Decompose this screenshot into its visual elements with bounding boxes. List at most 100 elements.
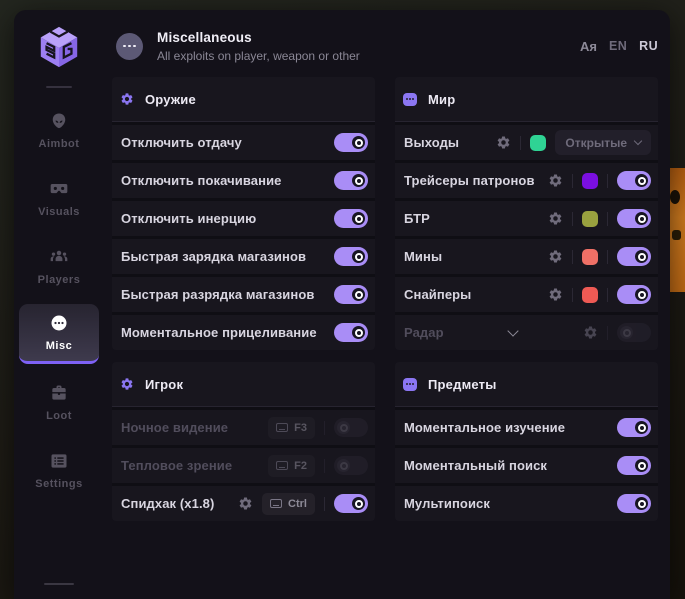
section-world: МирВыходыОткрытыеТрейсеры патроновБТРМин… xyxy=(395,77,658,350)
dropdown-value: Открытые xyxy=(565,136,627,150)
feature-row: Радар xyxy=(395,312,658,350)
toggle-switch[interactable] xyxy=(617,209,651,228)
gear-icon[interactable] xyxy=(548,287,563,302)
toggle-switch[interactable] xyxy=(334,456,368,475)
control-divider xyxy=(607,288,608,302)
row-label: Ночное видение xyxy=(121,420,228,435)
sidebar-item-loot[interactable]: Loot xyxy=(19,372,99,432)
feature-row: Моментальный поиск xyxy=(395,445,658,483)
color-swatch[interactable] xyxy=(582,173,598,189)
sidebar-item-visuals[interactable]: Visuals xyxy=(19,168,99,228)
row-label: Выходы xyxy=(404,135,459,150)
logo-cube-icon xyxy=(36,24,82,70)
toggle-switch[interactable] xyxy=(334,323,368,342)
row-label: Быстрая зарядка магазинов xyxy=(121,249,306,264)
toggle-knob xyxy=(635,250,648,263)
main-panel: Miscellaneous All exploits on player, we… xyxy=(104,10,670,599)
dropdown-select[interactable]: Открытые xyxy=(555,130,651,155)
sidebar-item-players[interactable]: Players xyxy=(19,236,99,296)
toggle-switch[interactable] xyxy=(334,418,368,437)
gear-icon[interactable] xyxy=(238,496,253,511)
row-label: Моментальное прицеливание xyxy=(121,325,317,340)
hotkey-badge[interactable]: F2 xyxy=(268,455,315,477)
content-column-left: ОружиеОтключить отдачуОтключить покачива… xyxy=(112,77,375,521)
color-swatch[interactable] xyxy=(582,249,598,265)
lang-ru-button[interactable]: RU xyxy=(639,39,658,53)
language-switcher: Aя EN RU xyxy=(580,39,658,53)
control-divider xyxy=(607,212,608,226)
page-subtitle: All exploits on player, weapon or other xyxy=(157,49,360,63)
translate-icon[interactable]: Aя xyxy=(580,40,597,53)
page-title: Miscellaneous xyxy=(157,30,360,45)
color-swatch[interactable] xyxy=(582,211,598,227)
gear-icon[interactable] xyxy=(548,211,563,226)
keyboard-icon xyxy=(276,461,288,470)
sidebar-nav: Aimbot Visuals Players Misc Loot Settings xyxy=(14,100,104,508)
control-divider xyxy=(607,174,608,188)
gear-icon[interactable] xyxy=(496,135,511,150)
row-controls xyxy=(334,247,368,266)
toggle-switch[interactable] xyxy=(334,171,368,190)
sidebar: Aimbot Visuals Players Misc Loot Settings xyxy=(14,10,104,599)
toggle-switch[interactable] xyxy=(334,494,368,513)
row-controls xyxy=(334,323,368,342)
feature-row: Мультипоиск xyxy=(395,483,658,521)
gear-icon[interactable] xyxy=(583,325,598,340)
toggle-switch[interactable] xyxy=(617,247,651,266)
gear-icon[interactable] xyxy=(548,249,563,264)
section-weapon: ОружиеОтключить отдачуОтключить покачива… xyxy=(112,77,375,350)
toggle-knob xyxy=(352,326,365,339)
row-controls xyxy=(548,285,651,304)
expand-button[interactable] xyxy=(509,331,517,335)
section-gear-icon[interactable] xyxy=(120,377,134,391)
color-swatch[interactable] xyxy=(530,135,546,151)
control-divider xyxy=(607,250,608,264)
toggle-knob xyxy=(635,459,648,472)
row-label: Трейсеры патронов xyxy=(404,173,535,188)
row-controls xyxy=(617,418,651,437)
control-divider xyxy=(607,326,608,340)
row-controls xyxy=(548,209,651,228)
row-controls xyxy=(548,247,651,266)
section-dots-icon xyxy=(403,378,417,391)
row-label: Отключить инерцию xyxy=(121,211,256,226)
sidebar-item-settings[interactable]: Settings xyxy=(19,440,99,500)
feature-row: Быстрая зарядка магазинов xyxy=(112,236,375,274)
keyboard-icon xyxy=(270,499,282,508)
page-avatar-ellipsis-icon xyxy=(116,33,143,60)
section-title: Игрок xyxy=(145,377,183,392)
hotkey-label: Ctrl xyxy=(288,498,307,510)
hotkey-badge[interactable]: Ctrl xyxy=(262,493,315,515)
row-label: Быстрая разрядка магазинов xyxy=(121,287,314,302)
color-swatch[interactable] xyxy=(582,287,598,303)
toggle-switch[interactable] xyxy=(334,133,368,152)
toggle-switch[interactable] xyxy=(617,171,651,190)
row-controls: Открытые xyxy=(496,130,651,155)
hotkey-badge[interactable]: F3 xyxy=(268,417,315,439)
row-controls xyxy=(334,209,368,228)
row-controls xyxy=(617,456,651,475)
feature-row: Снайперы xyxy=(395,274,658,312)
row-controls xyxy=(334,285,368,304)
toggle-switch[interactable] xyxy=(334,285,368,304)
lang-en-button[interactable]: EN xyxy=(609,39,627,53)
toggle-switch[interactable] xyxy=(617,456,651,475)
section-gear-icon[interactable] xyxy=(120,92,134,106)
toggle-switch[interactable] xyxy=(334,209,368,228)
sidebar-item-aimbot[interactable]: Aimbot xyxy=(19,100,99,160)
toggle-knob xyxy=(635,421,648,434)
row-label: Спидхак (x1.8) xyxy=(121,496,214,511)
hotkey-label: F2 xyxy=(294,460,307,472)
section-header: Предметы xyxy=(395,362,658,407)
sidebar-item-misc[interactable]: Misc xyxy=(19,304,99,364)
toggle-switch[interactable] xyxy=(334,247,368,266)
row-label: Снайперы xyxy=(404,287,471,302)
toggle-switch[interactable] xyxy=(617,285,651,304)
toggle-switch[interactable] xyxy=(617,494,651,513)
toggle-switch[interactable] xyxy=(617,418,651,437)
row-spacer xyxy=(444,331,583,335)
section-items: ПредметыМоментальное изучениеМоментальны… xyxy=(395,362,658,521)
gear-icon[interactable] xyxy=(548,173,563,188)
toggle-switch[interactable] xyxy=(617,323,651,342)
row-controls: F3 xyxy=(268,417,368,439)
